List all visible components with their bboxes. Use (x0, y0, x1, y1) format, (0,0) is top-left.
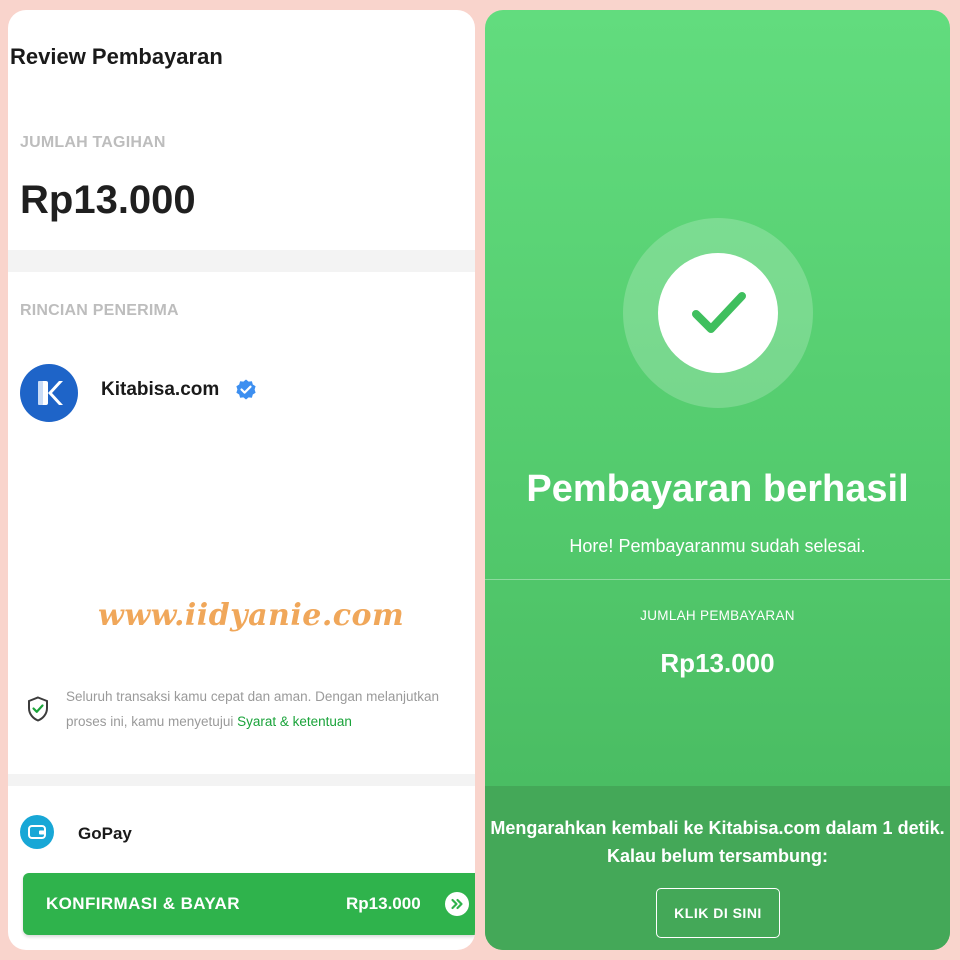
confirm-pay-button[interactable]: KONFIRMASI & BAYAR Rp13.000 (23, 873, 475, 935)
success-title: Pembayaran berhasil (526, 468, 909, 510)
payment-amount-label: JUMLAH PEMBAYARAN (640, 608, 795, 623)
recipient-name: Kitabisa.com (101, 379, 220, 400)
success-check-circle (658, 253, 778, 373)
bill-label: JUMLAH TAGIHAN (20, 134, 166, 151)
verified-badge-icon (236, 379, 256, 400)
confirm-pay-amount: Rp13.000 (346, 894, 421, 913)
page-title: Review Pembayaran (10, 44, 223, 69)
section-divider (8, 250, 475, 272)
section-divider (8, 774, 475, 786)
bill-amount: Rp13.000 (20, 178, 196, 222)
payment-success-panel: Pembayaran berhasil Hore! Pembayaranmu s… (485, 10, 950, 950)
kitabisa-logo (20, 364, 78, 422)
security-notice: Seluruh transaksi kamu cepat dan aman. D… (66, 684, 466, 734)
redirect-section: Mengarahkan kembali ke Kitabisa.com dala… (485, 786, 950, 950)
payment-amount: Rp13.000 (660, 648, 775, 678)
terms-link[interactable]: Syarat & ketentuan (237, 714, 352, 729)
recipient-label: RINCIAN PENERIMA (20, 302, 179, 319)
payment-method-label[interactable]: GoPay (78, 824, 132, 844)
double-chevron-right-icon (445, 892, 469, 916)
success-check-ring (623, 218, 813, 408)
click-here-button[interactable]: KLIK DI SINI (656, 888, 780, 938)
divider (485, 579, 950, 580)
kitabisa-logo-icon (38, 381, 63, 405)
confirm-pay-label: KONFIRMASI & BAYAR (46, 894, 240, 913)
success-subtitle: Hore! Pembayaranmu sudah selesai. (569, 536, 866, 556)
shield-check-icon (28, 696, 48, 722)
watermark-text: www.iidyanie.com (98, 598, 405, 633)
gopay-wallet-icon (20, 815, 54, 849)
redirect-message: Mengarahkan kembali ke Kitabisa.com dala… (490, 818, 945, 866)
wallet-icon (28, 825, 46, 839)
checkmark-icon (692, 292, 746, 333)
review-payment-panel: Review Pembayaran JUMLAH TAGIHAN Rp13.00… (8, 10, 475, 950)
